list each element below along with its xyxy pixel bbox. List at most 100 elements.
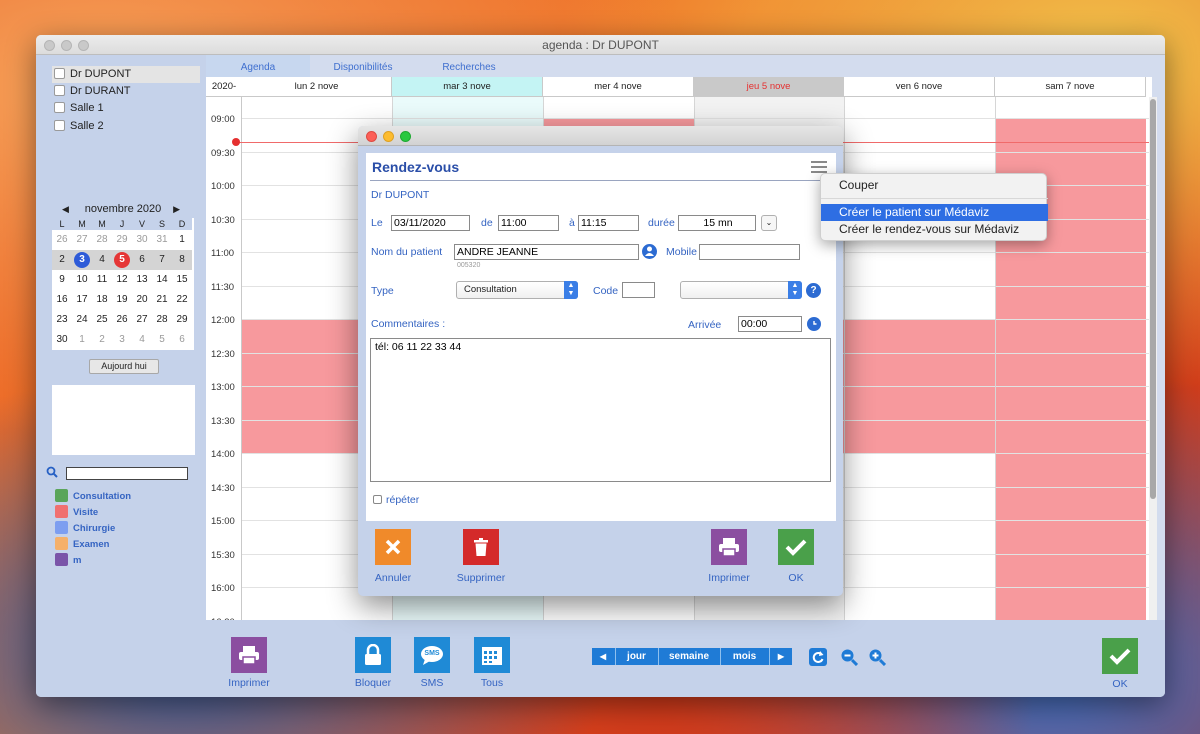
resource-salle-1[interactable]: Salle 1 (52, 100, 200, 117)
block-button[interactable]: Bloquer (349, 637, 397, 689)
day-cell[interactable]: 29 (172, 310, 192, 330)
tab-agenda[interactable]: Agenda (206, 55, 310, 77)
dialog-zoom-button[interactable] (400, 131, 411, 142)
print-button[interactable]: Imprimer (224, 637, 274, 689)
clock-icon[interactable] (807, 317, 821, 331)
day-cell[interactable]: 12 (112, 270, 132, 290)
resource-checkbox[interactable] (54, 120, 65, 131)
scrollbar-thumb[interactable] (1150, 99, 1156, 499)
next-period-button[interactable]: ▶ (769, 648, 792, 665)
day-cell[interactable]: 17 (72, 290, 92, 310)
zoom-out-icon[interactable] (840, 648, 859, 667)
dialog-minimize-button[interactable] (383, 131, 394, 142)
day-cell[interactable]: 30 (52, 330, 72, 350)
code-select[interactable]: ▲ ▼ (680, 281, 802, 299)
day-header-sam[interactable]: sam 7 nove (995, 77, 1146, 97)
tab-recherches[interactable]: Recherches (416, 55, 522, 77)
start-time-field[interactable]: 11:00 (498, 215, 559, 231)
resource-checkbox[interactable] (54, 102, 65, 113)
day-cell[interactable]: 5 (112, 250, 132, 270)
day-cell[interactable]: 6 (132, 250, 152, 270)
repeat-checkbox[interactable] (373, 495, 382, 504)
day-header-lun[interactable]: lun 2 nove (242, 77, 392, 97)
refresh-icon[interactable] (809, 648, 827, 666)
day-header-ven[interactable]: ven 6 nove (844, 77, 995, 97)
day-cell[interactable]: 4 (92, 250, 112, 270)
duration-dropdown-icon[interactable]: ⌄ (761, 215, 777, 231)
patient-person-icon[interactable] (642, 244, 657, 259)
day-cell[interactable]: 13 (132, 270, 152, 290)
day-header-mer[interactable]: mer 4 nove (543, 77, 694, 97)
day-cell[interactable]: 2 (92, 330, 112, 350)
day-cell[interactable]: 5 (152, 330, 172, 350)
semaine-button[interactable]: semaine (658, 648, 719, 665)
prev-period-button[interactable]: ◀ (592, 648, 614, 665)
day-cell[interactable]: 16 (52, 290, 72, 310)
cancel-button[interactable]: Annuler (371, 529, 415, 584)
today-button[interactable]: Aujourd hui (89, 359, 159, 374)
day-header-mar[interactable]: mar 3 nove (392, 77, 543, 97)
comments-textarea[interactable]: tél: 06 11 22 33 44 (370, 338, 831, 482)
day-cell[interactable]: 3 (72, 250, 92, 270)
dialog-close-button[interactable] (366, 131, 377, 142)
resource-dr-dupont[interactable]: Dr DUPONT (52, 66, 200, 83)
jour-button[interactable]: jour (615, 648, 657, 665)
day-cell[interactable]: 3 (112, 330, 132, 350)
day-cell[interactable]: 1 (72, 330, 92, 350)
type-select[interactable]: Consultation ▲ ▼ (456, 281, 578, 299)
day-header-jeu[interactable]: jeu 5 nove (694, 77, 844, 97)
day-cell[interactable]: 31 (152, 230, 172, 250)
menu-item-couper[interactable]: Couper (821, 177, 1048, 194)
day-cell[interactable]: 19 (112, 290, 132, 310)
resource-checkbox[interactable] (54, 68, 65, 79)
day-cell[interactable]: 20 (132, 290, 152, 310)
zoom-in-icon[interactable] (868, 648, 887, 667)
ok-button[interactable]: OK (1101, 638, 1139, 690)
day-cell[interactable]: 10 (72, 270, 92, 290)
duration-field[interactable]: 15 mn (678, 215, 756, 231)
calendar-scrollbar[interactable] (1149, 97, 1157, 620)
mobile-field[interactable] (699, 244, 800, 260)
search-input[interactable] (66, 467, 188, 480)
arrival-time-field[interactable]: 00:00 (738, 316, 802, 332)
day-cell[interactable]: 24 (72, 310, 92, 330)
day-cell[interactable]: 9 (52, 270, 72, 290)
day-cell[interactable]: 25 (92, 310, 112, 330)
day-cell[interactable]: 14 (152, 270, 172, 290)
code-field[interactable] (622, 282, 655, 298)
day-cell[interactable]: 26 (52, 230, 72, 250)
zoom-window-button[interactable] (78, 40, 89, 51)
day-cell[interactable]: 18 (92, 290, 112, 310)
day-cell[interactable]: 1 (172, 230, 192, 250)
day-cell[interactable]: 2 (52, 250, 72, 270)
patient-name-field[interactable]: ANDRE JEANNE (454, 244, 639, 260)
day-cell[interactable]: 27 (72, 230, 92, 250)
day-cell[interactable]: 21 (152, 290, 172, 310)
close-window-button[interactable] (44, 40, 55, 51)
day-cell[interactable]: 7 (152, 250, 172, 270)
resource-checkbox[interactable] (54, 85, 65, 96)
sms-button[interactable]: SMS SMS (411, 637, 453, 689)
day-cell[interactable]: 22 (172, 290, 192, 310)
day-cell[interactable]: 29 (112, 230, 132, 250)
delete-button[interactable]: Supprimer (453, 529, 509, 584)
help-icon[interactable]: ? (806, 283, 821, 298)
day-cell[interactable]: 11 (92, 270, 112, 290)
resource-salle-2[interactable]: Salle 2 (52, 118, 200, 135)
day-cell[interactable]: 26 (112, 310, 132, 330)
menu-item-create-appointment[interactable]: Créer le rendez-vous sur Médaviz (821, 221, 1048, 238)
day-cell[interactable]: 6 (172, 330, 192, 350)
tab-disponibilites[interactable]: Disponibilités (310, 55, 416, 77)
day-cell[interactable]: 23 (52, 310, 72, 330)
dialog-print-button[interactable]: Imprimer (706, 529, 752, 584)
minimize-window-button[interactable] (61, 40, 72, 51)
day-cell[interactable]: 28 (152, 310, 172, 330)
day-cell[interactable]: 27 (132, 310, 152, 330)
day-cell[interactable]: 4 (132, 330, 152, 350)
menu-item-create-patient[interactable]: Créer le patient sur Médaviz (821, 204, 1048, 221)
day-cell[interactable]: 15 (172, 270, 192, 290)
day-cell[interactable]: 30 (132, 230, 152, 250)
day-cell[interactable]: 28 (92, 230, 112, 250)
mois-button[interactable]: mois (720, 648, 768, 665)
end-time-field[interactable]: 11:15 (578, 215, 639, 231)
